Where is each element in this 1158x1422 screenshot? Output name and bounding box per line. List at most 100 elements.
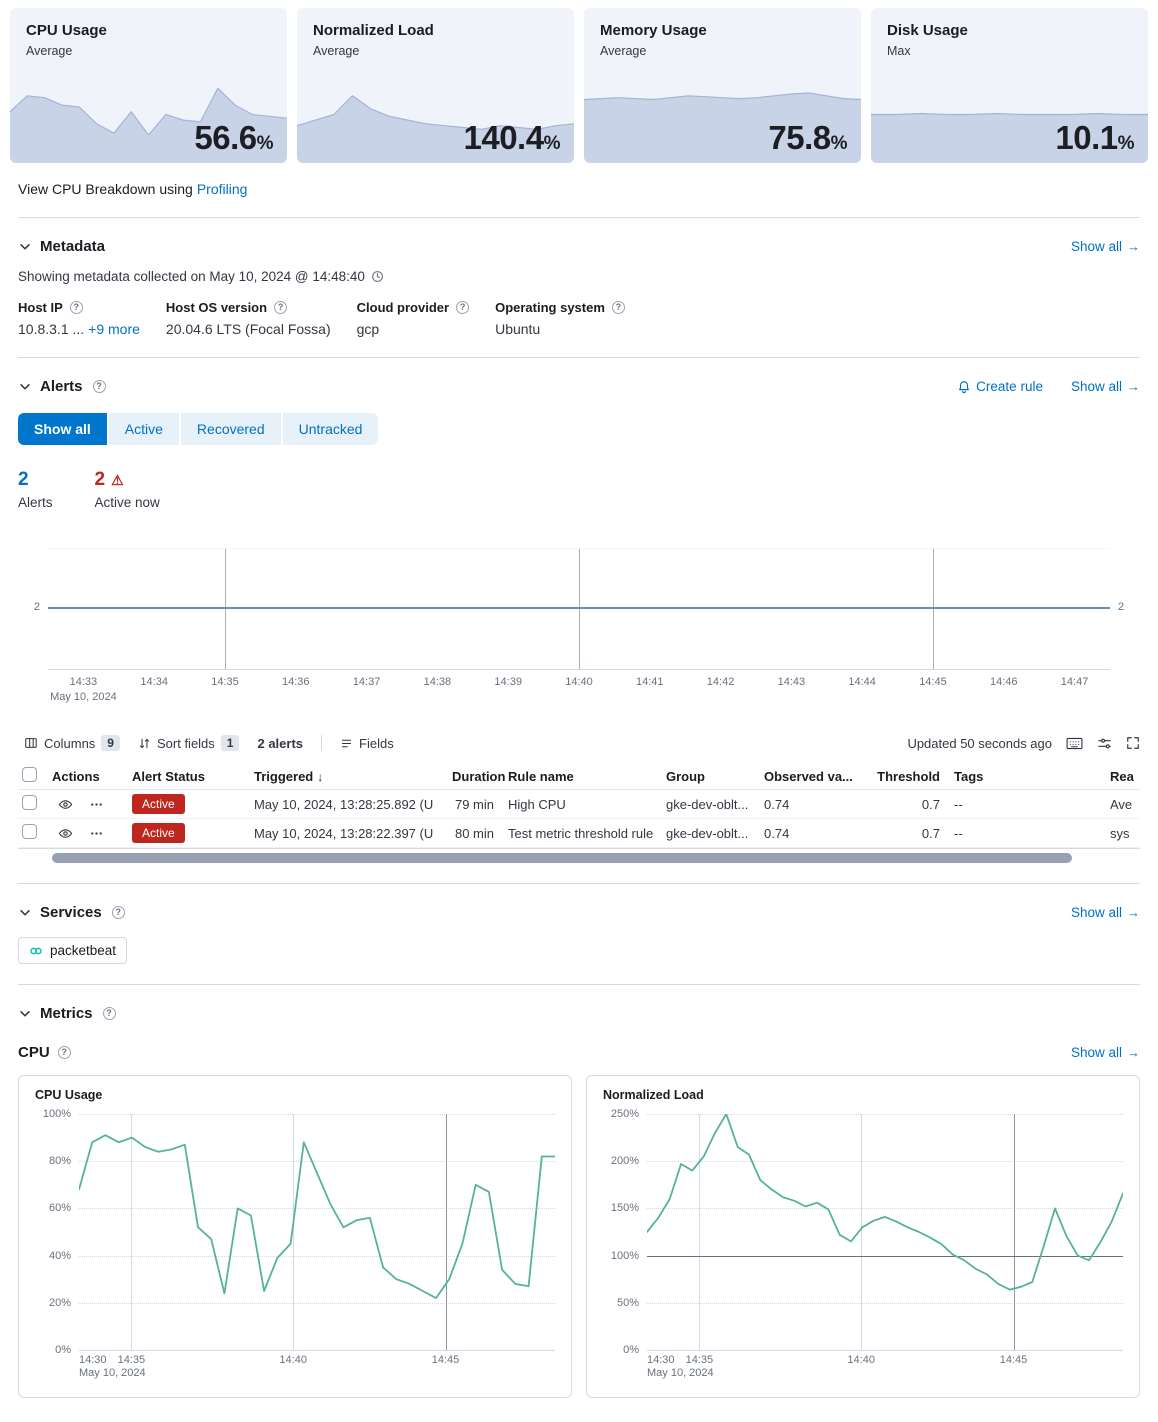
help-icon[interactable]: ? — [456, 301, 469, 314]
y-axis: 250% 200% 150% 100% 50% 0% — [603, 1114, 647, 1350]
help-icon[interactable]: ? — [274, 301, 287, 314]
filter-recovered[interactable]: Recovered — [181, 413, 281, 445]
metrics-cpu-show-all-link[interactable]: Show all → — [1071, 1045, 1140, 1060]
profiling-note-text: View CPU Breakdown using — [18, 181, 193, 197]
columns-button[interactable]: Columns 9 — [18, 735, 126, 751]
fields-icon — [340, 737, 353, 750]
keyboard-shortcuts-button[interactable] — [1066, 737, 1083, 750]
horizontal-scrollbar[interactable] — [52, 853, 1072, 863]
kpi-value-number: 10.1 — [1055, 119, 1117, 156]
filter-active[interactable]: Active — [109, 413, 179, 445]
help-icon[interactable]: ? — [103, 1007, 116, 1020]
timeline-date-label: May 10, 2024 — [50, 691, 117, 703]
chevron-down-icon — [18, 240, 32, 254]
cpu-usage-line-series — [79, 1114, 555, 1350]
more-ips-link[interactable]: +9 more — [88, 321, 140, 337]
kpi-subtitle: Average — [600, 44, 845, 58]
kpi-card-cpu-usage[interactable]: CPU Usage Average 56.6% — [10, 8, 287, 163]
kpi-card-disk-usage[interactable]: Disk Usage Max 10.1% — [871, 8, 1148, 163]
kpi-value: 140.4% — [464, 119, 561, 157]
timeline-y-label-left: 2 — [18, 548, 48, 670]
metrics-collapse-button[interactable] — [18, 1007, 32, 1021]
metrics-title: Metrics — [40, 1005, 93, 1022]
cpu-usage-plot-area — [79, 1114, 555, 1350]
metadata-fields: Host IP? 10.8.3.1 ...+9 more Host OS ver… — [18, 300, 1140, 337]
header-actions: Actions — [52, 769, 132, 784]
x-tick: 14:30 — [79, 1354, 107, 1366]
cell-observed-value: 0.74 — [764, 797, 864, 812]
metrics-cpu-heading: CPU — [18, 1044, 50, 1061]
x-tick: 14:35 — [118, 1354, 146, 1366]
kpi-value-number: 75.8 — [768, 119, 830, 156]
help-icon[interactable]: ? — [93, 380, 106, 393]
fullscreen-button[interactable] — [1126, 736, 1140, 750]
help-icon[interactable]: ? — [58, 1046, 71, 1059]
kpi-card-normalized-load[interactable]: Normalized Load Average 140.4% — [297, 8, 574, 163]
cell-reason: Ave — [1110, 797, 1150, 812]
chevron-down-icon — [18, 906, 32, 920]
kpi-card-memory-usage[interactable]: Memory Usage Average 75.8% — [584, 8, 861, 163]
filter-untracked[interactable]: Untracked — [283, 413, 379, 445]
cell-tags: -- — [954, 826, 1110, 841]
row-checkbox[interactable] — [22, 824, 37, 839]
arrow-right-icon: → — [1127, 1045, 1140, 1060]
sort-fields-label: Sort fields — [157, 736, 215, 751]
bell-icon — [957, 380, 971, 394]
kpi-subtitle: Average — [26, 44, 271, 58]
filter-show-all[interactable]: Show all — [18, 413, 107, 445]
view-alert-icon[interactable] — [58, 797, 73, 812]
fullscreen-icon — [1126, 736, 1140, 750]
services-show-all-link[interactable]: Show all→ — [1071, 905, 1140, 920]
alerts-show-all-link[interactable]: Show all→ — [1071, 379, 1140, 394]
create-rule-button[interactable]: Create rule — [957, 379, 1043, 394]
cpu-usage-chart-panel: CPU Usage 100% 80% 60% 40% 20% 0% — [18, 1075, 572, 1398]
fields-button[interactable]: Fields — [334, 736, 400, 751]
divider — [18, 883, 1140, 884]
normalized-load-chart-panel: Normalized Load 250% 200% 150% 100% 50% … — [586, 1075, 1140, 1398]
select-all-checkbox[interactable] — [22, 767, 37, 782]
help-icon[interactable]: ? — [612, 301, 625, 314]
kpi-head: CPU Usage Average — [10, 8, 287, 58]
more-actions-icon[interactable] — [89, 797, 104, 812]
header-reason: Rea — [1110, 769, 1150, 784]
service-link-packetbeat[interactable]: packetbeat — [18, 937, 127, 964]
kpi-value: 56.6% — [194, 119, 273, 157]
row-checkbox[interactable] — [22, 795, 37, 810]
profiling-link[interactable]: Profiling — [197, 181, 248, 197]
warning-icon: ⚠ — [111, 472, 124, 489]
view-alert-icon[interactable] — [58, 826, 73, 841]
host-detail-page: CPU Usage Average 56.6% Normalized Load … — [0, 0, 1158, 1422]
stat-alerts: 2 Alerts — [18, 469, 53, 510]
x-tick: 14:47 — [1039, 676, 1110, 688]
x-tick: 14:40 — [847, 1354, 875, 1366]
columns-label: Columns — [44, 736, 95, 751]
gridline — [225, 549, 226, 669]
chart-date-label: May 10, 2024 — [79, 1367, 146, 1379]
x-tick: 14:36 — [260, 676, 331, 688]
alerts-status-filter-group: Show all Active Recovered Untracked — [18, 413, 378, 445]
kpi-subtitle: Max — [887, 44, 1132, 58]
sort-icon — [138, 737, 151, 750]
clock-icon — [371, 270, 384, 283]
help-icon[interactable]: ? — [112, 906, 125, 919]
help-icon[interactable]: ? — [70, 301, 83, 314]
x-tick: 14:37 — [331, 676, 402, 688]
updated-timestamp: Updated 50 seconds ago — [907, 736, 1052, 751]
gridline — [933, 549, 934, 669]
create-rule-label: Create rule — [976, 379, 1043, 394]
alerts-table-header-row: Actions Alert Status Triggered↓ Duration… — [18, 763, 1140, 790]
divider — [18, 357, 1140, 358]
sliders-icon — [1097, 736, 1112, 751]
more-actions-icon[interactable] — [89, 826, 104, 841]
alerts-stats: 2 Alerts 2⚠ Active now — [18, 469, 1140, 510]
kpi-title: CPU Usage — [26, 22, 271, 39]
alerts-collapse-button[interactable] — [18, 380, 32, 394]
show-all-label: Show all — [1071, 1045, 1122, 1060]
metadata-collapse-button[interactable] — [18, 240, 32, 254]
services-collapse-button[interactable] — [18, 906, 32, 920]
display-options-button[interactable] — [1097, 736, 1112, 751]
metadata-show-all-link[interactable]: Show all→ — [1071, 239, 1140, 254]
sort-fields-button[interactable]: Sort fields 1 — [132, 735, 246, 751]
metadata-field-host-ip: Host IP? 10.8.3.1 ...+9 more — [18, 300, 140, 337]
header-triggered[interactable]: Triggered↓ — [254, 769, 452, 784]
